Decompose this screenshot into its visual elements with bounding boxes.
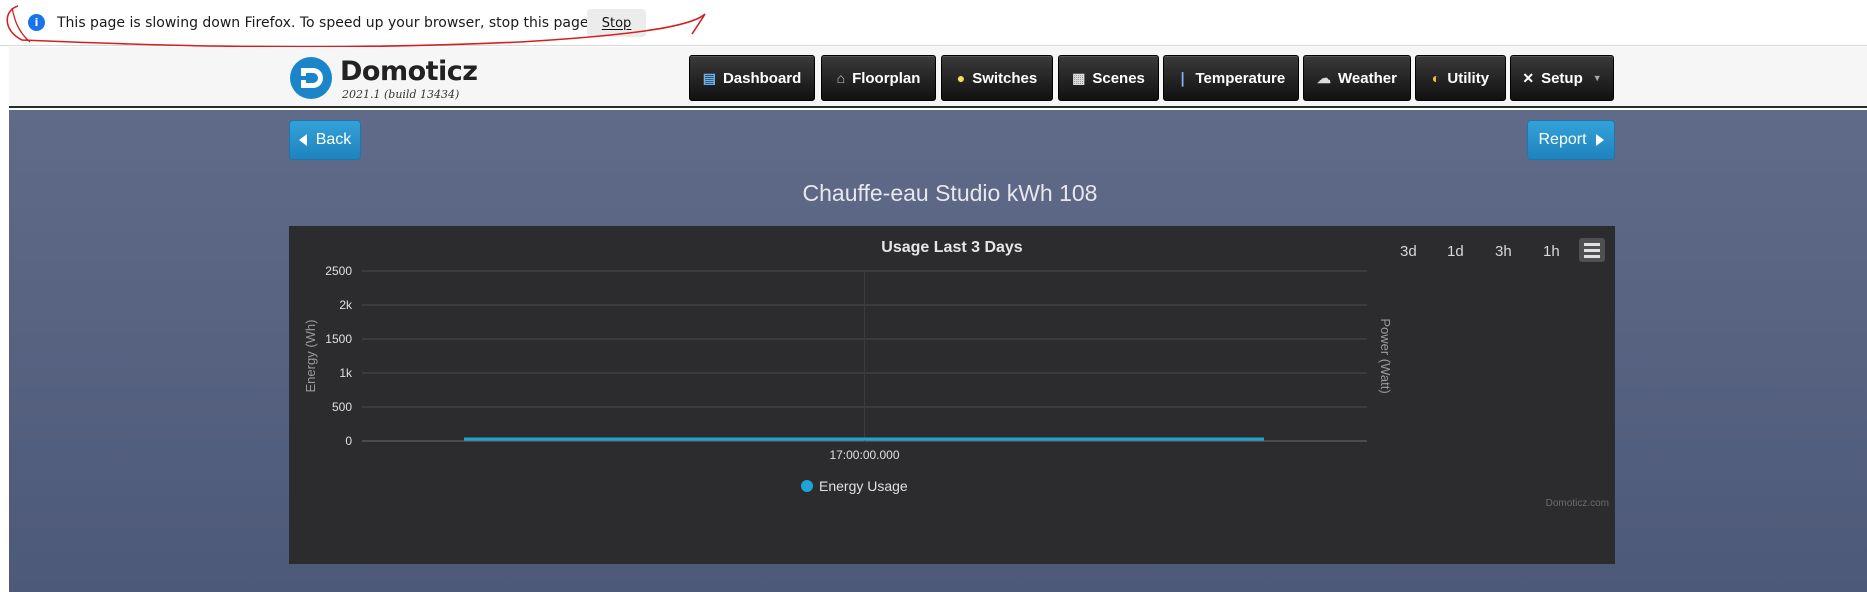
nav-setup[interactable]: ✕ Setup ▼ [1510, 55, 1614, 101]
nav-label: Switches [972, 69, 1038, 87]
floorplan-icon: ⌂ [836, 70, 846, 86]
nav-label: Scenes [1092, 69, 1145, 87]
back-label: Back [315, 131, 352, 148]
dashboard-icon: ▤ [702, 70, 716, 86]
y-tick-label: 2k [339, 298, 353, 312]
nav-floorplan[interactable]: ⌂ Floorplan [821, 55, 936, 101]
notification-message: This page is slowing down Firefox. To sp… [57, 15, 593, 31]
nav-label: Utility [1447, 69, 1490, 87]
utility-icon: ◐ [1431, 70, 1441, 86]
legend-marker [801, 480, 813, 492]
y-tick-label: 0 [345, 434, 352, 448]
nav-weather[interactable]: ☁ Weather [1303, 55, 1411, 101]
brand-version: 2021.1 (build 13434) [342, 88, 460, 101]
chart-credit[interactable]: Domoticz.com [1546, 498, 1609, 509]
y-tick-label: 2500 [325, 264, 352, 278]
report-button[interactable]: Report [1527, 120, 1615, 160]
nav-switches[interactable]: ● Switches [941, 55, 1053, 101]
nav-label: Setup [1541, 69, 1583, 87]
chart-title: Usage Last 3 Days [881, 239, 1023, 256]
chart-panel: Usage Last 3 Days 2500 2k 1500 1k 500 0 17:00:… [289, 226, 1615, 564]
y-axis-label-right: Power (Watt) [1378, 318, 1393, 393]
device-title: Chauffe-eau Studio kWh 108 [802, 180, 1098, 206]
cloud-rain-icon: ☁ [1317, 70, 1332, 86]
nav-label: Floorplan [852, 69, 921, 87]
thermometer-icon: ❘ [1176, 70, 1189, 86]
x-tick-label: 17:00:00.000 [829, 448, 899, 462]
report-label: Report [1538, 131, 1587, 148]
chevron-left-icon [298, 134, 307, 146]
hamburger-menu-icon[interactable] [1579, 238, 1605, 262]
usage-chart: Usage Last 3 Days 2500 2k 1500 1k 500 0 17:00:… [303, 239, 1609, 509]
tools-icon: ✕ [1522, 70, 1535, 86]
nav-label: Dashboard [722, 69, 802, 87]
y-tick-label: 1500 [325, 332, 352, 346]
chevron-right-icon [1595, 134, 1604, 146]
brand-name: Domoticz [340, 56, 478, 87]
lightbulb-icon: ● [956, 70, 966, 86]
clapperboard-icon: ▦ [1072, 70, 1086, 86]
domoticz-logo-icon[interactable] [289, 56, 333, 100]
nav-label: Temperature [1195, 69, 1286, 87]
main-content: Back Report Chauffe-eau Studio kWh 108 U… [9, 110, 1867, 592]
chevron-down-icon: ▼ [1592, 73, 1602, 83]
app-header: Domoticz 2021.1 (build 13434) ▤ Dashboar… [9, 47, 1867, 108]
nav-dashboard[interactable]: ▤ Dashboard [689, 55, 815, 101]
back-button[interactable]: Back [289, 120, 361, 160]
info-icon: i [28, 14, 45, 31]
nav-scenes[interactable]: ▦ Scenes [1058, 55, 1159, 101]
range-3h-button[interactable]: 3h [1495, 240, 1512, 264]
page-left-edge [0, 46, 9, 592]
browser-notification-bar: i This page is slowing down Firefox. To … [0, 0, 1867, 46]
y-tick-label: 1k [339, 366, 353, 380]
legend-label[interactable]: Energy Usage [819, 478, 908, 494]
range-1h-button[interactable]: 1h [1543, 240, 1560, 264]
nav-utility[interactable]: ◐ Utility [1415, 55, 1506, 101]
y-tick-label: 500 [332, 400, 352, 414]
nav-label: Weather [1338, 69, 1397, 87]
range-1d-button[interactable]: 1d [1447, 240, 1464, 264]
y-axis-label: Energy (Wh) [303, 320, 318, 393]
range-3d-button[interactable]: 3d [1400, 240, 1417, 264]
nav-temperature[interactable]: ❘ Temperature [1163, 55, 1299, 101]
stop-page-button[interactable]: Stop [587, 9, 646, 37]
